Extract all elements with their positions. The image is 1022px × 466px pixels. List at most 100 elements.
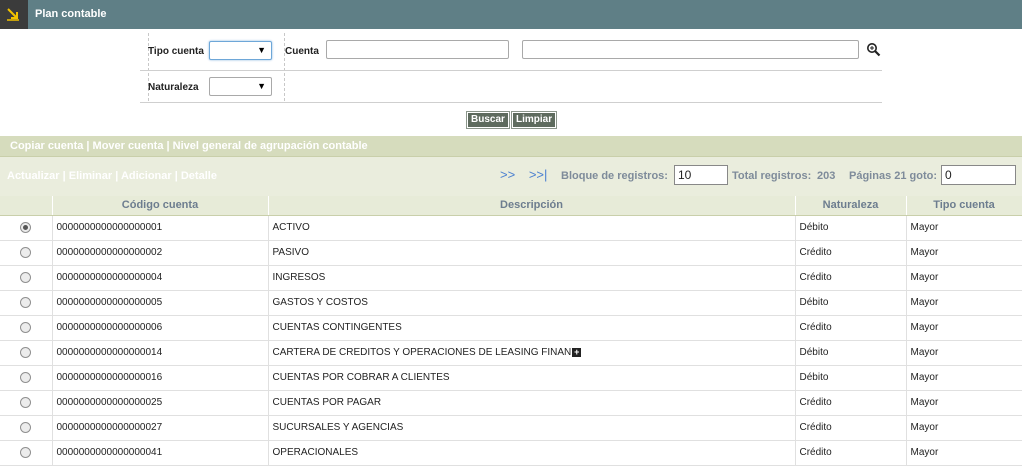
cuenta-code-input[interactable]: [326, 40, 509, 59]
codigo-cell: 0000000000000000041: [52, 440, 269, 466]
naturaleza-cell-text: Crédito: [799, 447, 832, 458]
table-row[interactable]: 0000000000000000005 GASTOS Y COSTOS Débito…: [0, 290, 1022, 316]
codigo-cell: 0000000000000000027: [52, 415, 269, 441]
row-select-cell: [0, 390, 53, 416]
naturaleza-select[interactable]: ▼: [209, 77, 272, 96]
last-page-link[interactable]: >>|: [529, 167, 548, 182]
table-row[interactable]: 0000000000000000002 PASIVO Crédito Mayor: [0, 240, 1022, 266]
row-radio[interactable]: [20, 271, 32, 283]
select-column-header: [0, 196, 53, 216]
descripcion-cell: CUENTAS POR COBRAR A CLIENTES: [268, 365, 796, 391]
naturaleza-label: Naturaleza: [148, 82, 199, 93]
codigo-cell-text: 0000000000000000005: [56, 297, 163, 308]
naturaleza-column-header[interactable]: Naturaleza: [795, 196, 907, 216]
descripcion-cell-text: SUCURSALES Y AGENCIAS: [272, 422, 404, 433]
row-select-cell: [0, 215, 53, 241]
descripcion-cell: PASIVO: [268, 240, 796, 266]
tipo-cuenta-cell-text: Mayor: [910, 297, 939, 308]
tipo-cuenta-cell-text: Mayor: [910, 247, 939, 258]
naturaleza-cell: Crédito: [795, 265, 907, 291]
tipo-cuenta-cell-text: Mayor: [910, 447, 939, 458]
row-radio[interactable]: [20, 421, 32, 433]
codigo-cell-text: 0000000000000000027: [56, 422, 163, 433]
next-page-link[interactable]: >>: [500, 167, 515, 182]
row-radio[interactable]: [20, 446, 32, 458]
descripcion-cell-text: PASIVO: [272, 247, 310, 258]
codigo-cell: 0000000000000000025: [52, 390, 269, 416]
row-select-cell: [0, 315, 53, 341]
accounts-table: Código cuenta Descripción Naturaleza Tip…: [0, 196, 1022, 466]
row-radio[interactable]: [20, 296, 32, 308]
naturaleza-cell: Débito: [795, 365, 907, 391]
top-actions-links[interactable]: Copiar cuenta | Mover cuenta | Nivel gen…: [10, 140, 368, 152]
divider: [284, 33, 285, 101]
tipo-cuenta-cell: Mayor: [906, 440, 1022, 466]
row-radio[interactable]: [20, 221, 32, 233]
row-radio[interactable]: [20, 396, 32, 408]
codigo-cell: 0000000000000000004: [52, 265, 269, 291]
naturaleza-cell-text: Débito: [799, 347, 829, 358]
naturaleza-cell-text: Crédito: [799, 272, 832, 283]
cuenta-description-input[interactable]: [522, 40, 859, 59]
expand-plus-icon[interactable]: +: [572, 347, 582, 357]
table-row[interactable]: 0000000000000000027 SUCURSALES Y AGENCIAS…: [0, 415, 1022, 441]
descripcion-cell-text: INGRESOS: [272, 272, 326, 283]
tipo-cuenta-select[interactable]: ▼: [209, 41, 272, 60]
search-icon[interactable]: [866, 42, 881, 57]
codigo-cell: 0000000000000000006: [52, 315, 269, 341]
codigo-cell-text: 0000000000000000004: [56, 272, 163, 283]
row-radio[interactable]: [20, 371, 32, 383]
naturaleza-cell-text: Crédito: [799, 422, 832, 433]
table-row[interactable]: 0000000000000000041 OPERACIONALES Crédito M…: [0, 440, 1022, 466]
tipo-cuenta-cell: Mayor: [906, 390, 1022, 416]
block-label: Bloque de registros:: [561, 170, 668, 182]
buscar-button[interactable]: Buscar: [466, 111, 510, 129]
descripcion-cell-text: CUENTAS POR PAGAR: [272, 397, 382, 408]
naturaleza-cell: Crédito: [795, 315, 907, 341]
pagination-nav: >> >>|: [500, 167, 557, 182]
block-size-input[interactable]: 10: [674, 165, 728, 185]
descripcion-cell-text: ACTIVO: [272, 222, 310, 233]
tipo-cuenta-label: Tipo cuenta: [148, 46, 204, 57]
naturaleza-cell-text: Crédito: [799, 397, 832, 408]
descripcion-cell-text: CUENTAS POR COBRAR A CLIENTES: [272, 372, 450, 383]
row-radio[interactable]: [20, 321, 32, 333]
row-radio[interactable]: [20, 246, 32, 258]
descripcion-cell-text: GASTOS Y COSTOS: [272, 297, 368, 308]
descripcion-cell: GASTOS Y COSTOS: [268, 290, 796, 316]
table-row[interactable]: 0000000000000000025 CUENTAS POR PAGAR Créd…: [0, 390, 1022, 416]
row-select-cell: [0, 440, 53, 466]
codigo-cell-text: 0000000000000000016: [56, 372, 163, 383]
tipo-cuenta-cell-text: Mayor: [910, 322, 939, 333]
row-select-cell: [0, 365, 53, 391]
divider: [140, 70, 882, 71]
limpiar-button[interactable]: Limpiar: [510, 111, 558, 129]
table-row[interactable]: 0000000000000000001 ACTIVO Débito Mayor: [0, 215, 1022, 241]
goto-page-input[interactable]: 0: [941, 165, 1016, 185]
chevron-down-icon: ▼: [257, 45, 266, 55]
codigo-cell: 0000000000000000016: [52, 365, 269, 391]
descripcion-cell-text: CARTERA DE CREDITOS Y OPERACIONES DE LEA…: [272, 347, 572, 358]
table-row[interactable]: 0000000000000000006 CUENTAS CONTINGENTES C…: [0, 315, 1022, 341]
pages-label: Páginas 21 goto:: [849, 170, 938, 182]
table-row[interactable]: 0000000000000000014 CARTERA DE CREDITOS Y…: [0, 340, 1022, 366]
descripcion-column-header[interactable]: Descripción: [268, 196, 796, 216]
codigo-cell: 0000000000000000002: [52, 240, 269, 266]
row-select-cell: [0, 290, 53, 316]
descripcion-cell: CARTERA DE CREDITOS Y OPERACIONES DE LEA…: [268, 340, 796, 366]
codigo-column-header[interactable]: Código cuenta: [52, 196, 269, 216]
title-bar: Plan contable: [0, 0, 1022, 29]
naturaleza-cell: Crédito: [795, 240, 907, 266]
tipo-cuenta-column-header[interactable]: Tipo cuenta: [906, 196, 1022, 216]
table-row[interactable]: 0000000000000000004 INGRESOS Crédito Mayor: [0, 265, 1022, 291]
tipo-cuenta-cell-text: Mayor: [910, 422, 939, 433]
row-actions-links[interactable]: Actualizar | Eliminar | Adicionar | Deta…: [7, 170, 217, 182]
tipo-cuenta-cell: Mayor: [906, 340, 1022, 366]
table-row[interactable]: 0000000000000000016 CUENTAS POR COBRAR A …: [0, 365, 1022, 391]
divider: [140, 102, 882, 103]
descripcion-cell-text: CUENTAS CONTINGENTES: [272, 322, 402, 333]
tipo-cuenta-cell: Mayor: [906, 415, 1022, 441]
tipo-cuenta-cell-text: Mayor: [910, 397, 939, 408]
row-radio[interactable]: [20, 346, 32, 358]
naturaleza-cell: Débito: [795, 215, 907, 241]
